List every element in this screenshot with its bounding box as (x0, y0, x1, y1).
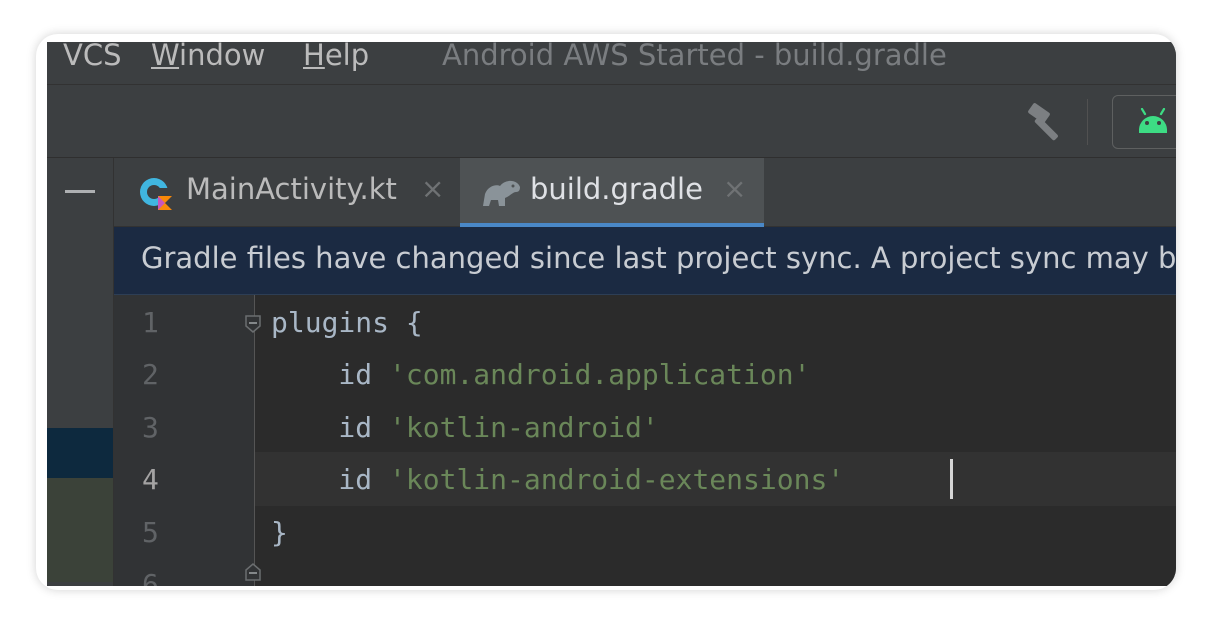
code-line: id 'kotlin-android' (271, 411, 659, 444)
fold-collapse-icon[interactable] (244, 315, 262, 333)
code-line: id 'kotlin-android-extensions' (271, 463, 844, 496)
toolbar-separator (1087, 99, 1088, 145)
collapse-icon[interactable] (65, 190, 95, 193)
project-tool-panel (47, 158, 114, 586)
string-literal: 'kotlin-android-extensions' (389, 463, 845, 496)
string-literal: 'kotlin-android' (389, 411, 659, 444)
line-number: 1 (142, 306, 159, 339)
menu-window-mnemonic: W (151, 42, 180, 72)
code-line: } (271, 516, 288, 549)
code-text: id (271, 411, 390, 444)
text-cursor (950, 459, 953, 499)
menu-window-rest: indow (179, 42, 266, 72)
line-number: 2 (142, 358, 159, 391)
tab-mainactivity-label: MainActivity.kt (186, 172, 397, 206)
code-line: id 'com.android.application' (271, 358, 810, 391)
line-number-gutter (114, 295, 254, 586)
code-text: id (271, 358, 390, 391)
menu-help-mnemonic: H (303, 42, 325, 72)
string-literal: 'com.android.application' (389, 358, 811, 391)
hammer-icon[interactable] (1025, 101, 1069, 141)
menu-window[interactable]: Window (151, 42, 265, 72)
gradle-sync-banner: Gradle files have changed since last pro… (114, 227, 1176, 295)
code-text: id (271, 463, 390, 496)
kotlin-file-icon (140, 178, 172, 210)
editor-tab-bar: MainActivity.kt × build.gradle × (114, 158, 1176, 227)
ide-window: VCS Window Help Android AWS Started - bu… (47, 42, 1176, 586)
code-text: plugins { (271, 306, 423, 339)
project-tree-selected-row[interactable] (47, 428, 113, 478)
window-title: Android AWS Started - build.gradle (442, 42, 947, 72)
gradle-sync-message: Gradle files have changed since last pro… (141, 241, 1176, 275)
close-icon[interactable]: × (421, 172, 444, 205)
close-icon[interactable]: × (723, 172, 746, 205)
line-number: 5 (142, 516, 159, 549)
tab-build-gradle[interactable]: build.gradle × (460, 158, 764, 227)
fold-end-icon[interactable] (244, 563, 262, 581)
tab-mainactivity[interactable]: MainActivity.kt × (114, 158, 460, 226)
android-icon (1139, 108, 1167, 133)
gradle-elephant-icon (483, 180, 520, 206)
menu-bar: VCS Window Help Android AWS Started - bu… (47, 42, 1176, 85)
screenshot-frame: VCS Window Help Android AWS Started - bu… (36, 34, 1176, 590)
gutter-divider (254, 295, 255, 586)
menu-help[interactable]: Help (303, 42, 369, 72)
code-editor[interactable]: 1 2 3 4 5 6 plugins { id 'com.android.ap… (114, 295, 1176, 586)
code-line: plugins { (271, 306, 423, 339)
project-tree-highlight (47, 478, 113, 582)
toolbar (47, 85, 1176, 158)
run-configuration-selector[interactable] (1112, 95, 1176, 149)
line-number: 4 (142, 463, 159, 496)
tab-build-gradle-label: build.gradle (530, 172, 703, 206)
menu-help-rest: elp (324, 42, 370, 72)
line-number: 6 (142, 568, 159, 586)
code-text: } (271, 516, 288, 549)
menu-vcs[interactable]: VCS (63, 42, 122, 72)
line-number: 3 (142, 411, 159, 444)
